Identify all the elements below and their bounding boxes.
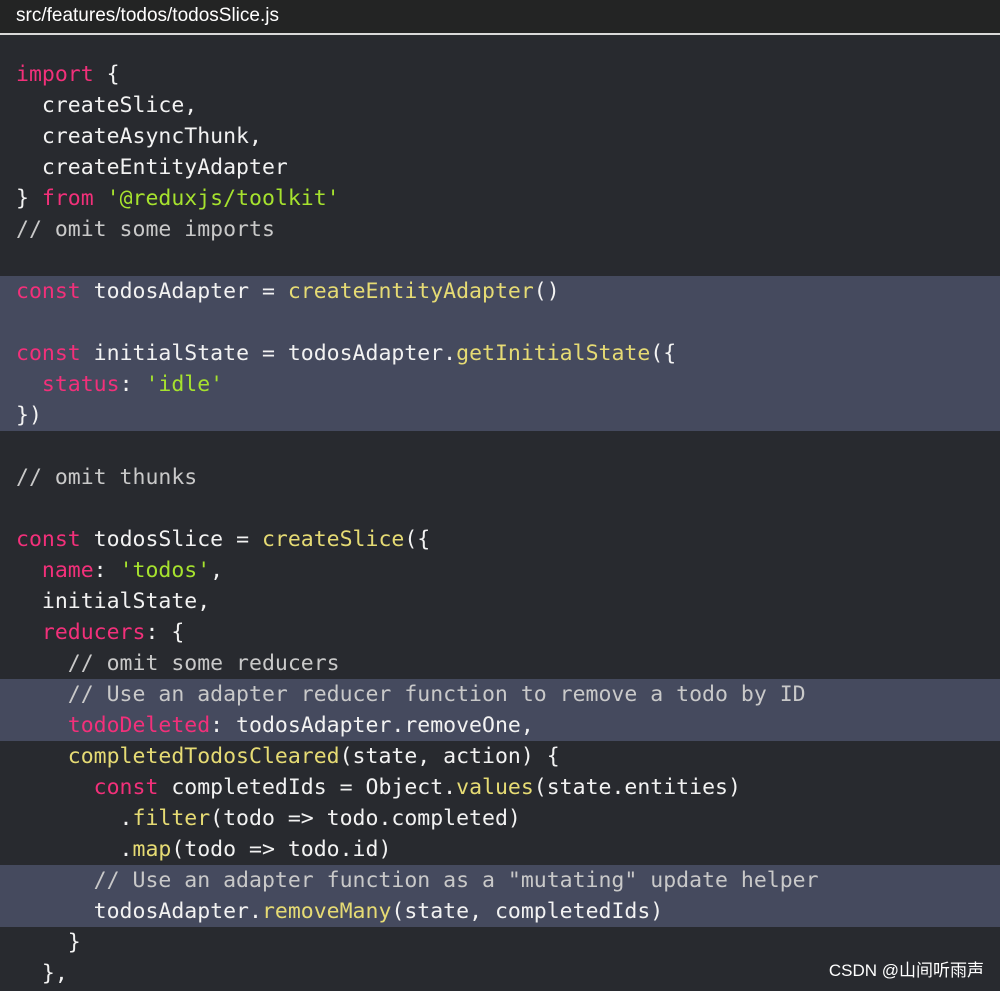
code-line: todoDeleted: todosAdapter.removeOne, [16, 710, 534, 741]
source-watermark: CSDN @山间听雨声 [828, 961, 984, 980]
comment-token: // omit thunks [16, 465, 198, 490]
code-line: // Use an adapter reducer function to re… [16, 679, 806, 710]
code-token: (todo => todo.completed) [210, 806, 521, 831]
code-line: todosAdapter.removeMany(state, completed… [16, 896, 664, 927]
code-line: // omit thunks [16, 462, 197, 493]
keyword-token: import [16, 62, 94, 87]
code-token: ({ [650, 341, 677, 366]
code-token: }) [16, 403, 42, 428]
code-line: createEntityAdapter [16, 152, 288, 183]
keyword-token: const [16, 279, 81, 304]
keyword-token: todoDeleted [67, 713, 211, 738]
code-token: todosAdapter = [80, 279, 288, 304]
file-header: src/features/todos/todosSlice.js [0, 0, 1000, 35]
code-line: const todosAdapter = createEntityAdapter… [16, 276, 560, 307]
code-line: .map(todo => todo.id) [16, 834, 392, 865]
code-line: createAsyncThunk, [16, 121, 262, 152]
code-line: name: 'todos', [16, 555, 223, 586]
function-token: completedTodosCleared [67, 744, 340, 769]
code-token: completedIds = Object. [158, 775, 457, 800]
code-line: // omit some reducers [16, 648, 340, 679]
comment-token: // Use an adapter reducer function to re… [16, 682, 806, 707]
code-line: createSlice, [16, 90, 197, 121]
string-token: '@reduxjs/toolkit' [106, 186, 340, 211]
code-token: ({ [404, 527, 431, 552]
code-line: const completedIds = Object.values(state… [16, 772, 741, 803]
string-token: 'todos' [119, 558, 211, 583]
code-token: createEntityAdapter [16, 155, 288, 180]
code-token: }, [16, 961, 68, 986]
code-token: } [16, 186, 42, 211]
code-token: : [93, 558, 120, 583]
code-line: status: 'idle' [16, 369, 223, 400]
function-token: removeMany [261, 899, 392, 924]
code-token: createSlice, [16, 93, 198, 118]
code-token: (state.entities) [533, 775, 741, 800]
function-token: values [456, 775, 534, 800]
code-token: () [533, 279, 560, 304]
code-line: } from '@reduxjs/toolkit' [16, 183, 340, 214]
comment-token: // Use an adapter function as a "mutatin… [16, 868, 819, 893]
function-token: map [132, 837, 172, 862]
code-token: initialState = todosAdapter. [80, 341, 457, 366]
code-line: }) [16, 400, 42, 431]
code-line: } [16, 927, 81, 958]
code-token: (state, completedIds) [391, 899, 664, 924]
code-token: (todo => todo.id) [171, 837, 392, 862]
code-token: { [93, 62, 120, 87]
comment-token: // omit some imports [16, 217, 275, 242]
function-token: getInitialState [456, 341, 651, 366]
code-line: completedTodosCleared(state, action) { [16, 741, 560, 772]
function-token: createSlice [261, 527, 405, 552]
code-token: . [16, 837, 133, 862]
code-line: import { [16, 59, 120, 90]
keyword-token: const [16, 527, 81, 552]
code-line: .filter(todo => todo.completed) [16, 803, 521, 834]
code-line: const initialState = todosAdapter.getIni… [16, 338, 676, 369]
code-token: : todosAdapter.removeOne, [210, 713, 534, 738]
keyword-token: reducers [41, 620, 146, 645]
code-token: : { [145, 620, 185, 645]
code-token: createAsyncThunk, [16, 124, 262, 149]
code-line: const todosSlice = createSlice({ [16, 524, 430, 555]
keyword-token: name [41, 558, 94, 583]
string-token: 'idle' [145, 372, 224, 397]
code-line: reducers: { [16, 617, 184, 648]
code-token: , [210, 558, 224, 583]
code-token: . [16, 806, 133, 831]
file-path: src/features/todos/todosSlice.js [16, 5, 279, 26]
code-line: // Use an adapter function as a "mutatin… [16, 865, 819, 896]
code-line: // omit some imports [16, 214, 275, 245]
code-token: todosSlice = [80, 527, 262, 552]
code-token: (state, action) { [339, 744, 560, 769]
keyword-token: const [93, 775, 159, 800]
code-line: }, [16, 958, 68, 989]
code-token: initialState, [16, 589, 211, 614]
code-line: initialState, [16, 586, 210, 617]
code-token: } [16, 930, 81, 955]
keyword-token: from [41, 186, 94, 211]
code-token: todosAdapter. [16, 899, 262, 924]
code-token: : [119, 372, 146, 397]
function-token: createEntityAdapter [287, 279, 534, 304]
keyword-token: status [41, 372, 120, 397]
function-token: filter [132, 806, 211, 831]
keyword-token: const [16, 341, 81, 366]
comment-token: // omit some reducers [16, 651, 340, 676]
